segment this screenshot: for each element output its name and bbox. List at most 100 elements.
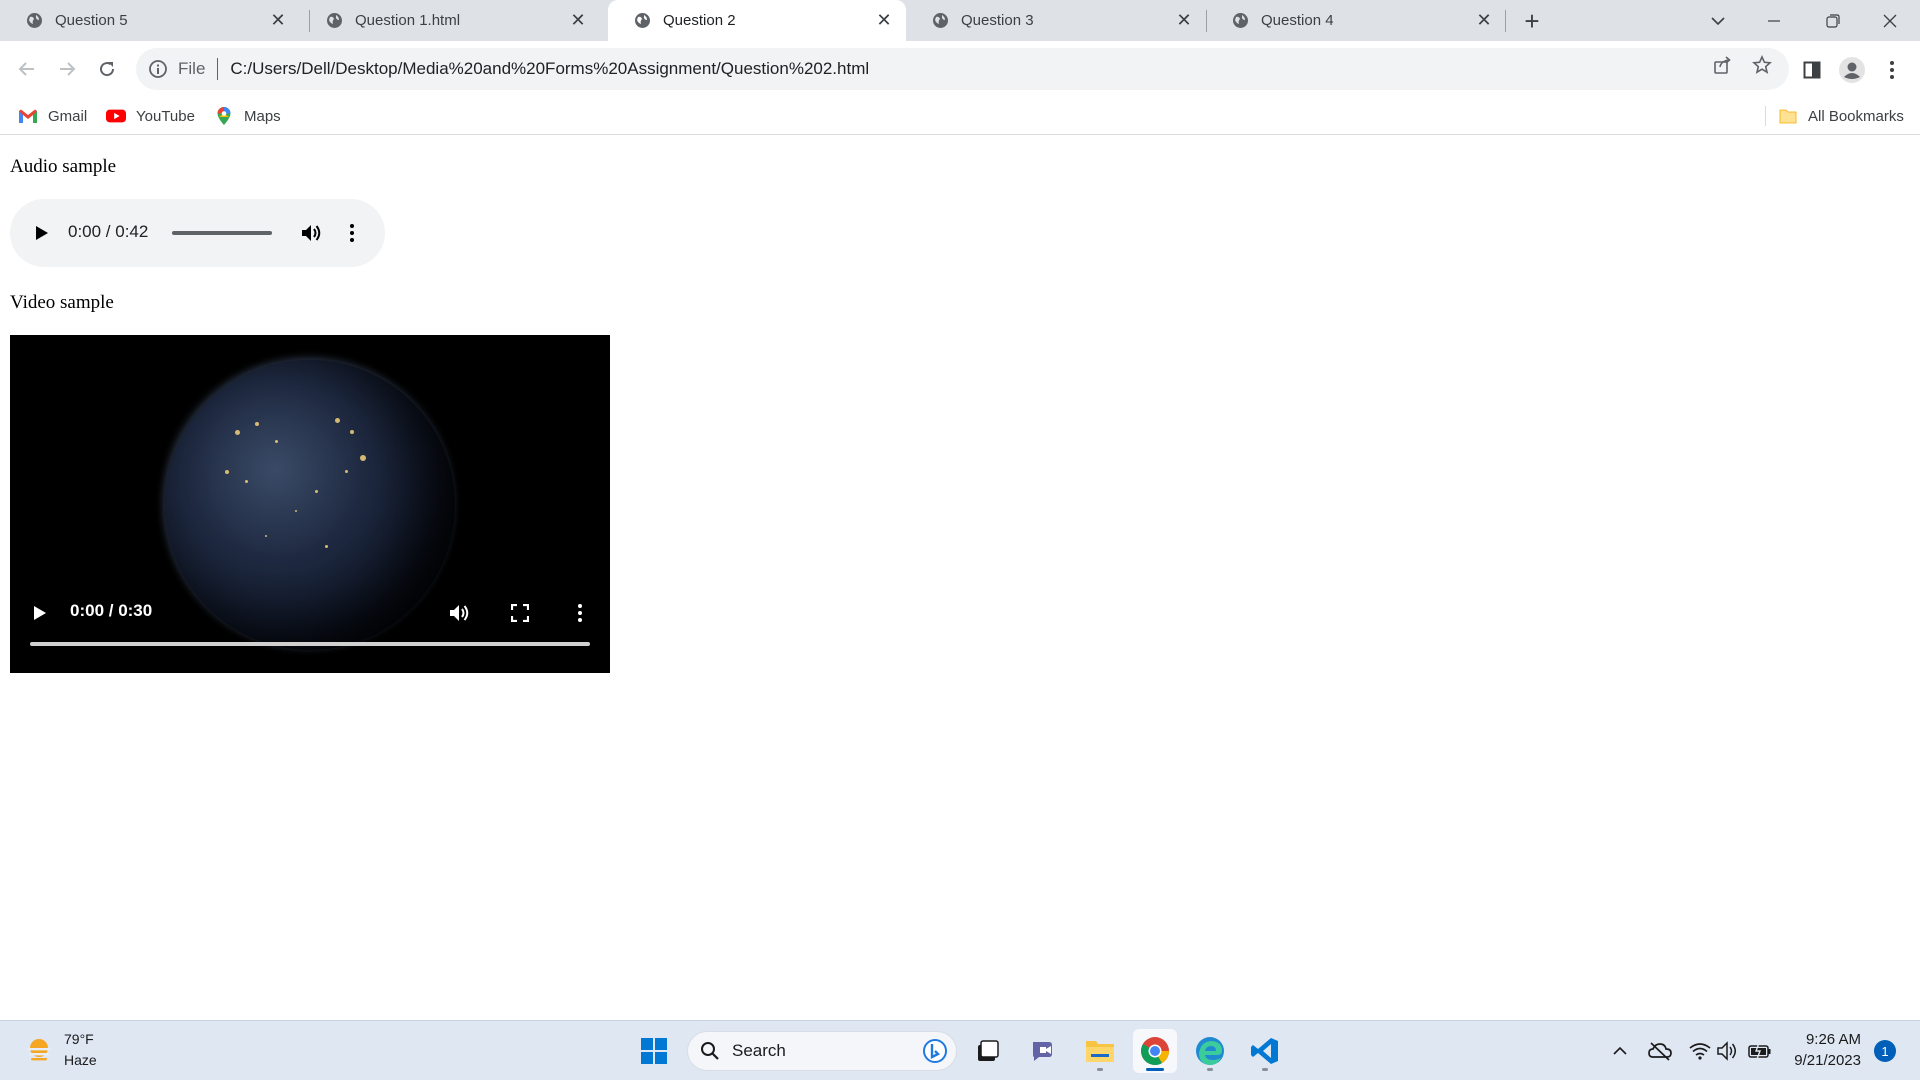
profile-button[interactable] [1837, 55, 1867, 85]
running-indicator [1207, 1068, 1213, 1071]
bookmark-youtube[interactable]: YouTube [106, 97, 195, 135]
taskbar-teams[interactable] [1022, 1029, 1066, 1073]
close-icon [1883, 14, 1897, 27]
running-indicator [1262, 1068, 1268, 1071]
new-tab-button[interactable]: + [1518, 6, 1546, 36]
edge-icon [1196, 1037, 1224, 1065]
audio-player[interactable]: 0:00 / 0:42 [10, 199, 385, 267]
bookmarks-bar: Gmail YouTube Maps All Bookmarks [0, 97, 1920, 135]
bing-icon [923, 1039, 947, 1063]
notification-badge[interactable]: 1 [1874, 1040, 1896, 1062]
show-hidden-icons-button[interactable] [1608, 1039, 1632, 1063]
globe-icon [932, 12, 949, 29]
task-view-icon [978, 1040, 999, 1061]
battery-charging-icon [1748, 1043, 1771, 1059]
back-button[interactable] [9, 51, 45, 87]
close-icon[interactable]: ✕ [566, 9, 590, 33]
close-window-button[interactable] [1862, 0, 1918, 41]
globe-icon [326, 12, 343, 29]
url-divider [217, 58, 219, 80]
tab-search-button[interactable] [1690, 0, 1746, 41]
more-vertical-icon [1890, 61, 1894, 79]
tab-question-2[interactable]: Question 2 ✕ [608, 0, 906, 41]
folder-icon [1086, 1041, 1114, 1062]
reload-button[interactable] [89, 51, 125, 87]
chrome-icon [1141, 1037, 1169, 1065]
video-player[interactable]: 0:00 / 0:30 [10, 335, 610, 673]
forward-button[interactable] [49, 51, 85, 87]
start-button[interactable] [632, 1029, 676, 1073]
close-icon[interactable]: ✕ [872, 9, 896, 33]
audio-seek-bar[interactable] [172, 231, 272, 235]
share-button[interactable] [1708, 51, 1736, 79]
globe-icon [1232, 12, 1249, 29]
minimize-button[interactable] [1746, 0, 1802, 41]
network-status[interactable] [1688, 1039, 1712, 1063]
taskbar-task-view[interactable] [966, 1029, 1010, 1073]
bookmark-star-button[interactable] [1748, 51, 1776, 79]
audio-options-button[interactable] [340, 221, 364, 245]
bookmark-gmail[interactable]: Gmail [18, 97, 87, 135]
bookmarks-divider [1765, 106, 1766, 126]
taskbar-file-explorer[interactable] [1078, 1029, 1122, 1073]
video-seek-bar[interactable] [30, 642, 590, 646]
windows-icon [641, 1038, 667, 1064]
restore-button[interactable] [1805, 0, 1861, 41]
taskbar-vscode[interactable] [1243, 1029, 1287, 1073]
tab-title: Question 1.html [355, 12, 461, 29]
taskbar: 79°F Haze Search 9:26 AM 9/21/2023 1 [0, 1020, 1920, 1080]
arrow-left-icon [18, 62, 34, 76]
volume-status[interactable] [1716, 1039, 1740, 1063]
info-icon[interactable] [148, 59, 168, 79]
bookmark-label: YouTube [136, 107, 195, 125]
battery-status[interactable] [1748, 1039, 1772, 1063]
folder-icon [1778, 106, 1798, 126]
tab-question-5[interactable]: Question 5 ✕ [0, 0, 300, 41]
fullscreen-button[interactable] [506, 599, 534, 627]
play-button[interactable] [30, 221, 54, 245]
browser-menu-button[interactable] [1877, 55, 1907, 85]
browser-toolbar: File C:/Users/Dell/Desktop/Media%20and%2… [0, 41, 1920, 97]
close-icon[interactable]: ✕ [1472, 9, 1496, 33]
weather-condition[interactable]: Haze [64, 1052, 97, 1068]
tab-question-1-html[interactable]: Question 1.html ✕ [300, 0, 600, 41]
taskbar-chrome[interactable] [1133, 1029, 1177, 1073]
taskbar-search[interactable]: Search [687, 1031, 957, 1071]
active-indicator [1146, 1068, 1164, 1071]
chevron-up-icon [1613, 1046, 1627, 1055]
url-text[interactable]: C:/Users/Dell/Desktop/Media%20and%20Form… [230, 59, 869, 79]
star-icon [1752, 55, 1772, 74]
side-panel-button[interactable] [1797, 55, 1827, 85]
all-bookmarks-button[interactable]: All Bookmarks [1778, 97, 1904, 135]
weather-temperature[interactable]: 79°F [64, 1031, 94, 1047]
tab-question-4[interactable]: Question 4 ✕ [1206, 0, 1506, 41]
weather-haze-icon[interactable] [24, 1035, 54, 1065]
close-icon[interactable]: ✕ [266, 9, 290, 33]
video-options-button[interactable] [566, 599, 594, 627]
tab-strip: Question 5 ✕ Question 1.html ✕ Question … [0, 0, 1920, 41]
wifi-icon [1689, 1043, 1711, 1060]
play-button[interactable] [26, 599, 54, 627]
clock-date[interactable]: 9/21/2023 [1788, 1052, 1861, 1069]
play-icon [34, 606, 46, 620]
globe-icon [26, 12, 43, 29]
video-heading: Video sample [10, 292, 114, 313]
taskbar-edge[interactable] [1188, 1029, 1232, 1073]
all-bookmarks-label: All Bookmarks [1808, 107, 1904, 125]
chevron-down-icon [1711, 16, 1725, 25]
address-bar[interactable]: File C:/Users/Dell/Desktop/Media%20and%2… [136, 48, 1789, 90]
side-panel-icon [1803, 61, 1821, 79]
youtube-icon [106, 106, 126, 126]
video-frame-earth [165, 360, 455, 650]
mute-button[interactable] [446, 599, 474, 627]
bookmark-maps[interactable]: Maps [214, 97, 281, 135]
globe-icon [634, 12, 651, 29]
clock-time[interactable]: 9:26 AM [1803, 1031, 1861, 1048]
speaker-icon [1717, 1041, 1736, 1061]
gmail-icon [18, 106, 38, 126]
mute-button[interactable] [300, 221, 324, 245]
close-icon[interactable]: ✕ [1172, 9, 1196, 33]
tab-question-3[interactable]: Question 3 ✕ [906, 0, 1206, 41]
search-icon [701, 1042, 719, 1060]
onedrive-status[interactable] [1648, 1039, 1672, 1063]
